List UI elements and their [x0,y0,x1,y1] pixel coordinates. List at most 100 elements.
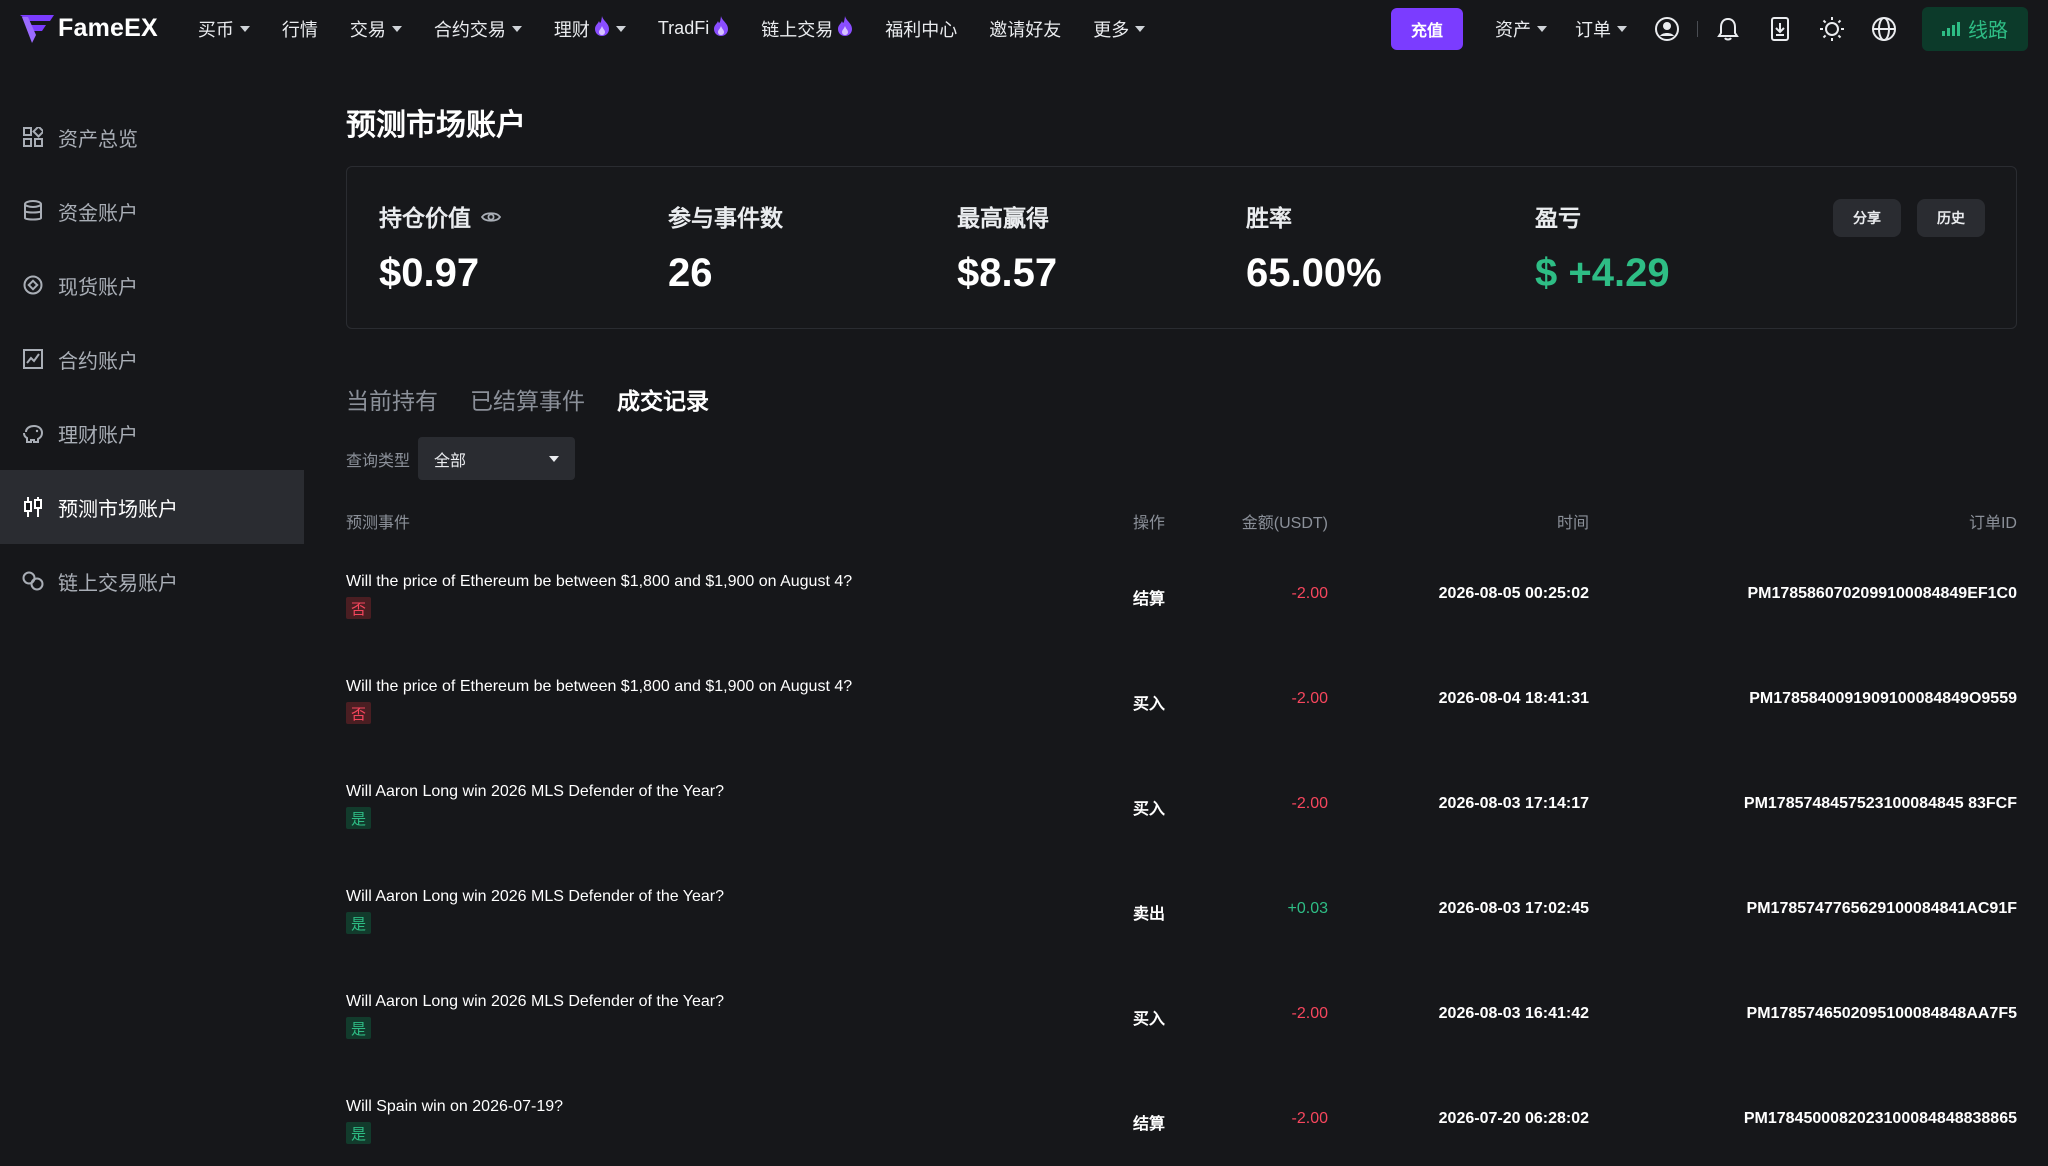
nav-item-markets[interactable]: 行情 [282,16,318,42]
caret-down-icon [511,25,522,32]
caret-down-icon [549,455,560,462]
tab-trade-history[interactable]: 成交记录 [617,382,709,416]
event-title[interactable]: Will Spain win on 2026-07-19? [346,1098,563,1116]
nav-label: 福利中心 [885,19,958,40]
nav-label: 合约交易 [433,19,506,40]
operation-cell: 卖出 [1133,906,1166,923]
outcome-tag: 是 [346,807,372,829]
stat-label-text: 持仓价值 [379,205,471,231]
order-id-cell: PM1785860702099100084849EF1C0 [1747,585,2017,602]
nav-label: TradFi [657,18,710,38]
tab-settled-events[interactable]: 已结算事件 [470,382,585,416]
nav-item-onchain[interactable]: 链上交易 [761,16,853,42]
nav-item-more[interactable]: 更多 [1093,16,1146,42]
sidebar-item-spot-account[interactable]: 现货账户 [0,248,304,322]
nav-label: 更多 [1093,19,1130,40]
theme-toggle-sun-icon[interactable] [1819,16,1845,42]
time-cell: 2026-08-03 17:02:45 [1438,900,1589,917]
sidebar-item-earn-account[interactable]: 理财账户 [0,396,304,470]
nav-item-assets[interactable]: 资产 [1495,16,1547,42]
nav-item-futures[interactable]: 合约交易 [434,16,522,42]
spot-icon [22,274,44,296]
event-title[interactable]: Will Aaron Long win 2026 MLS Defender of… [346,783,724,801]
caret-down-icon [239,25,250,32]
stat-label: 参与事件数 [668,205,783,231]
divider [1697,20,1698,37]
operation-cell: 结算 [1133,591,1166,608]
table-row[interactable]: Will Aaron Long win 2026 MLS Defender of… [346,993,2017,1098]
operation-cell: 结算 [1133,1116,1166,1133]
tab-current-holdings[interactable]: 当前持有 [346,382,438,416]
sidebar-item-futures-account[interactable]: 合约账户 [0,322,304,396]
language-globe-icon[interactable] [1871,16,1897,42]
sidebar-item-prediction-market-account[interactable]: 预测市场账户 [0,470,304,544]
table-row[interactable]: Will Aaron Long win 2026 MLS Defender of… [346,783,2017,888]
sidebar-item-asset-overview[interactable]: 资产总览 [0,100,304,174]
account-sidebar: 资产总览 资金账户 现货账户 合约账户 理财账户 预测市场账户 链上交易账户 [0,100,304,618]
stat-label: 持仓价值 [379,201,502,231]
brand-name: FameEX [58,14,158,42]
sidebar-item-label: 预测市场账户 [58,498,178,521]
stat-value: $8.57 [957,251,1058,295]
sidebar-item-label: 合约账户 [58,350,138,373]
operation-cell: 买入 [1133,801,1166,818]
caret-down-icon [1135,25,1146,32]
stat-label: 胜率 [1246,205,1292,231]
order-id-cell: PM1785748457523100084845 83FCF [1743,795,2017,812]
nav-item-earn[interactable]: 理财 [554,16,626,42]
nav-item-trade[interactable]: 交易 [350,16,402,42]
sidebar-item-label: 链上交易账户 [58,572,178,595]
stat-value: 65.00% [1246,251,1382,295]
nav-label: 交易 [349,19,386,40]
event-title[interactable]: Will Aaron Long win 2026 MLS Defender of… [346,993,724,1011]
record-tabs: 当前持有 已结算事件 成交记录 [346,382,741,416]
event-title[interactable]: Will Aaron Long win 2026 MLS Defender of… [346,888,724,906]
amount-cell: -2.00 [1291,585,1328,602]
table-row[interactable]: Will Spain win on 2026-07-19? 是 结算 -2.00 202… [346,1098,2017,1166]
amount-cell: -2.00 [1291,1110,1328,1127]
order-id-cell: PM1785840091909100084849O9559 [1749,690,2017,707]
nav-item-orders[interactable]: 订单 [1575,16,1627,42]
header-operation: 操作 [1133,515,1166,532]
network-line-button[interactable]: 线路 [1922,6,2028,51]
download-app-icon[interactable] [1767,16,1793,42]
time-cell: 2026-08-05 00:25:02 [1438,585,1589,602]
table-row[interactable]: Will Aaron Long win 2026 MLS Defender of… [346,888,2017,993]
eye-icon[interactable] [480,203,502,230]
main-menu: 买币 行情 交易 合约交易 理财 TradFi 链上交易 福利中心 邀请好友 更… [182,0,1161,57]
deposit-button[interactable]: 充值 [1391,7,1463,50]
query-type-select[interactable]: 全部 [418,437,576,480]
stat-value: $0.97 [379,251,480,295]
amount-cell: +0.03 [1287,900,1328,917]
event-title[interactable]: Will the price of Ethereum be between $1… [346,573,852,591]
sidebar-item-onchain-account[interactable]: 链上交易账户 [0,544,304,618]
notification-bell-icon[interactable] [1715,16,1741,42]
sidebar-item-funding-account[interactable]: 资金账户 [0,174,304,248]
page-title: 预测市场账户 [346,109,526,142]
line-label: 线路 [1968,20,2008,42]
share-button[interactable]: 分享 [1833,199,1901,237]
table-row[interactable]: Will the price of Ethereum be between $1… [346,573,2017,678]
select-value: 全部 [434,452,467,470]
nav-item-buy-crypto[interactable]: 买币 [198,16,250,42]
nav-item-tradfi[interactable]: TradFi [658,16,729,41]
nav-item-rewards[interactable]: 福利中心 [885,16,957,42]
event-title[interactable]: Will the price of Ethereum be between $1… [346,678,852,696]
sidebar-item-label: 资金账户 [58,202,138,225]
time-cell: 2026-08-04 18:41:31 [1438,690,1589,707]
nav-label: 资产 [1495,19,1531,40]
history-button[interactable]: 历史 [1917,199,1985,237]
user-profile-icon[interactable] [1654,16,1680,42]
query-type-filter: 查询类型 全部 [346,437,576,480]
fire-icon [594,16,610,41]
futures-chart-icon [22,348,44,370]
header-event: 预测事件 [346,515,411,532]
piggy-bank-icon [22,422,44,444]
nav-right-actions: 充值 资产 订单 线路 [1391,0,2028,57]
table-row[interactable]: Will the price of Ethereum be between $1… [346,678,2017,783]
brand-logo[interactable]: FameEX [20,0,158,57]
outcome-tag: 是 [346,1122,372,1144]
nav-item-referral[interactable]: 邀请好友 [989,16,1061,42]
stat-position-value: 持仓价值 $0.97 [379,201,502,296]
time-cell: 2026-08-03 16:41:42 [1438,1005,1589,1022]
